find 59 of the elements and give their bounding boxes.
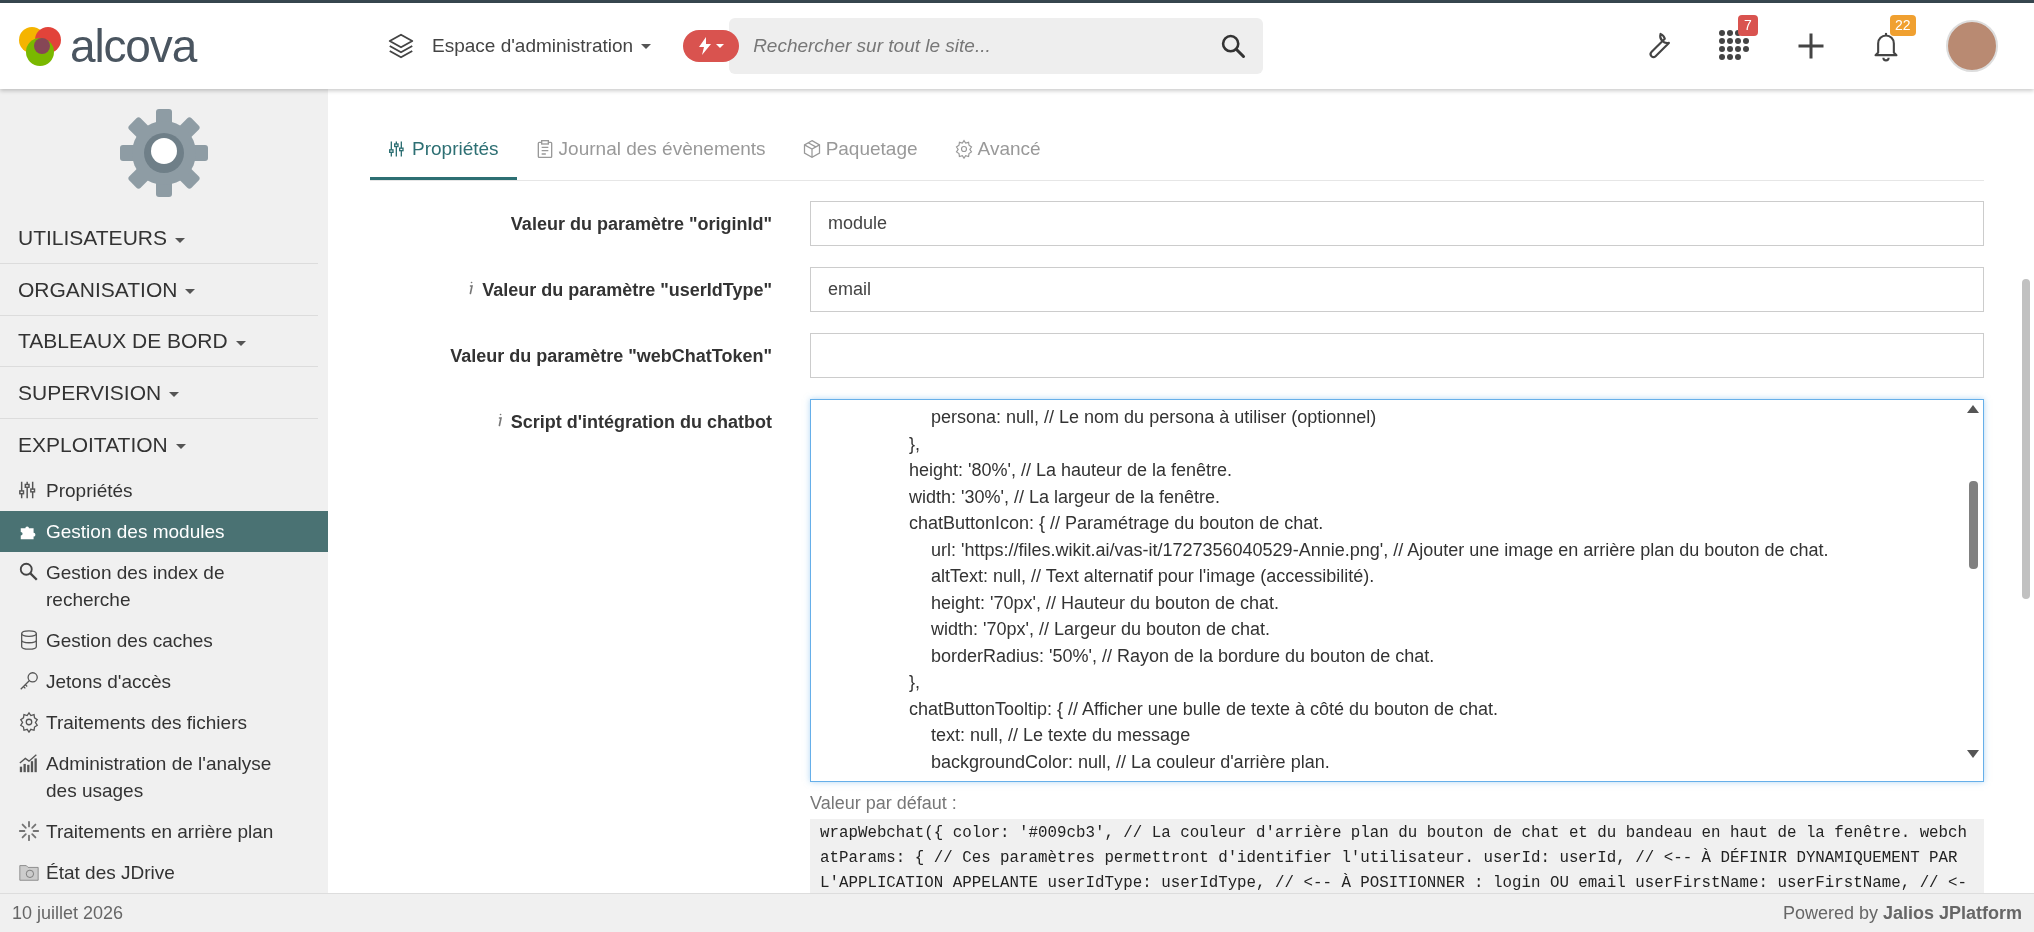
caret-icon [185, 289, 196, 295]
scroll-down-icon[interactable] [1967, 750, 1979, 758]
lightning-icon [698, 37, 713, 55]
caret-icon [175, 443, 186, 449]
apps-grid-icon[interactable] [1718, 29, 1752, 63]
field-label: Valeur du paramètre "webChatToken" [450, 345, 772, 368]
powered-by-text: Powered by Jalios JPlatform [1782, 901, 2022, 925]
scroll-up-icon[interactable] [1967, 405, 1979, 413]
layers-icon[interactable] [386, 31, 416, 61]
sidebar-section[interactable]: TABLEAUX DE BORD [0, 315, 318, 368]
logo-text[interactable]: alcova [70, 23, 197, 69]
gear-icon [118, 107, 210, 199]
spinner-icon [18, 820, 40, 842]
footer-date: 10 juillet 2026 [12, 901, 124, 925]
sidebar-section[interactable]: ORGANISATION [0, 264, 318, 316]
gear-icon [18, 711, 40, 733]
sidebar-item[interactable]: Gestion des caches [0, 620, 328, 661]
caret-icon [174, 237, 185, 243]
caret-icon [716, 44, 725, 48]
sidebar-item[interactable]: Traitements des fichiers [0, 702, 328, 743]
sidebar-section[interactable]: UTILISATEURS [0, 213, 318, 265]
apps-badge: 7 [1738, 15, 1758, 36]
notifications-badge: 22 [1890, 15, 1916, 36]
database-icon [18, 629, 40, 651]
default-code: wrapWebchat({ color: '#009cb3', // La couleur d'arrière plan du bouton de chat et du bandeau en haut de la fenêtre. webchatParams: { // Ces paramètres permettront d'identifier l'utilisateur. userId: userId, // <-- À DÉFINIR DYNAMIQUEMENT PAR L'APPLICATION APPELANTE userIdType: userIdType, // <-- À POSITIONNER : login OU email userFirstName: userFirstName, // <- [810, 819, 1984, 893]
tab[interactable]: Propriétés [370, 134, 517, 180]
sidebar-item[interactable]: Gestion des index de recherche [0, 552, 328, 620]
caret-icon [169, 391, 180, 397]
default-label: Valeur par défaut : [810, 792, 958, 815]
caret-icon [641, 43, 652, 49]
textarea-scrollbar[interactable] [1968, 481, 1978, 569]
text-field[interactable] [810, 333, 1984, 378]
text-field[interactable]: module [810, 201, 1984, 246]
field-label: Valeur du paramètre "originId" [510, 213, 772, 236]
sidebar-item[interactable]: Jetons d'accès [0, 661, 328, 702]
search-icon[interactable] [1219, 32, 1248, 60]
plus-icon[interactable] [1796, 31, 1826, 61]
search-field[interactable]: Rechercher sur tout le site... [729, 18, 1264, 74]
key-icon [18, 670, 40, 692]
bar-chart-icon [18, 752, 40, 774]
text-field[interactable]: email [810, 267, 1984, 312]
avatar[interactable] [1946, 20, 1998, 72]
field-label: Valeur du paramètre "userIdType" [482, 279, 772, 302]
sidebar-section[interactable]: EXPLOITATION [0, 418, 328, 470]
quick-action-button[interactable] [683, 30, 740, 62]
sidebar-item[interactable]: Traitements en arrière plan [0, 811, 328, 852]
field-label: Script d'intégration du chatbot [510, 411, 772, 434]
caret-icon [235, 340, 246, 346]
sidebar-item[interactable]: État des JDrive [0, 852, 328, 893]
script-field[interactable]: persona: null, // Le nom du persona à utiliser (optionnel) }, height: '80%', // La hauteur de la fenêtre. width: '30%', // La largeur de la fenêtre. chatButtonIcon: { // Paramétrage du bouton de chat. url: 'https://files.wikit.ai/vas-it/1727356040529-Annie.png', // Ajouter une image en arrière plan du bouton de chat. altText: null, // Text alternatif pour l'image (accessibilité). height: '70px', // Hauteur du bouton de chat. width: '70px', // Largeur du bouton de chat. borderRadius: '50%', // Rayon de la bordure du bouton de chat. }, chatButtonTooltip: { // Afficher une bulle de texte à côté du bouton de chat. text: null, // Le texte du message backgroundColor: null, // La couleur d'arrière plan. [810, 399, 1984, 782]
sidebar-item[interactable]: Propriétés [0, 470, 328, 511]
search-icon [18, 561, 40, 583]
cube-icon [801, 138, 822, 159]
sidebar-item[interactable]: Gestion des modules [0, 511, 328, 552]
sidebar-item[interactable]: Administration de l'analyse des usages [0, 743, 328, 811]
gear-icon [953, 138, 974, 159]
space-menu[interactable]: Espace d'administration [432, 31, 652, 61]
sidebar-section[interactable]: SUPERVISION [0, 367, 318, 419]
page-scrollbar[interactable] [2022, 279, 2030, 599]
